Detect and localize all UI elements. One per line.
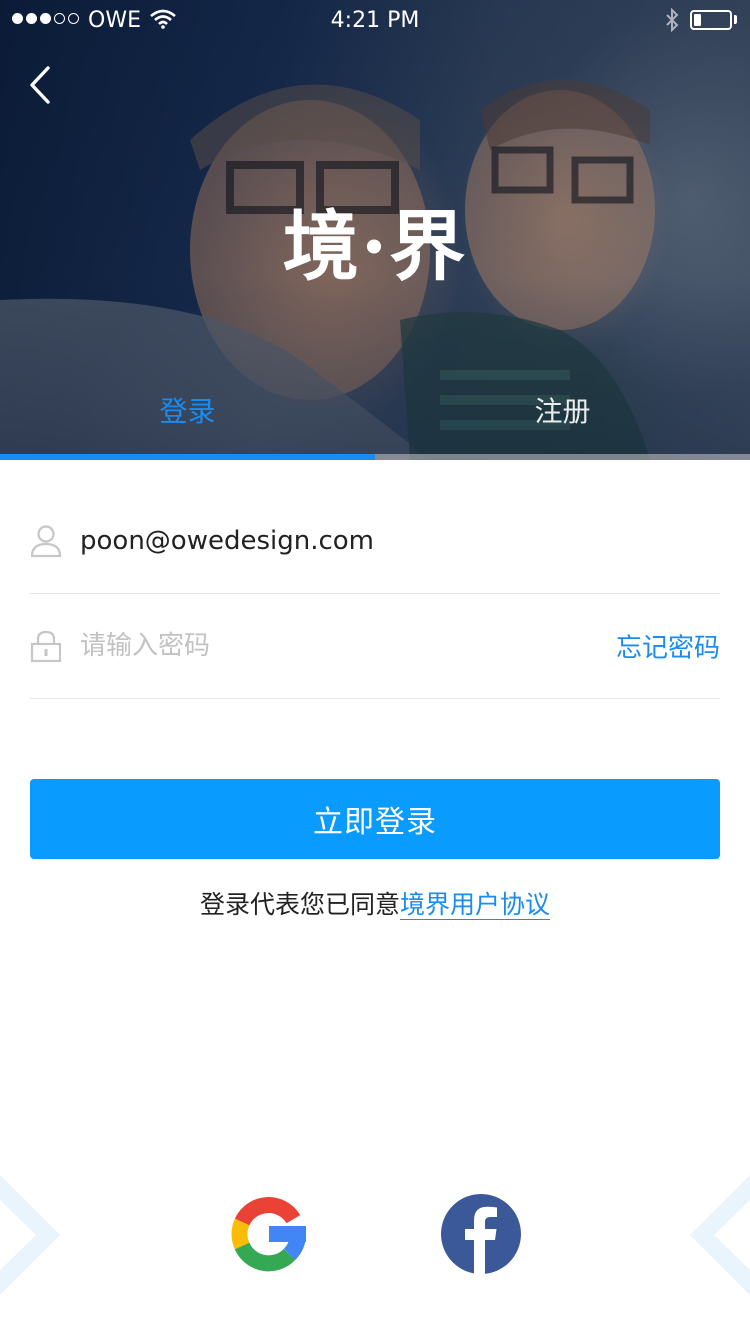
app-logo: 境·界 xyxy=(282,202,468,291)
forgot-password-link[interactable]: 忘记密码 xyxy=(616,627,720,664)
lock-icon xyxy=(30,630,62,662)
decorative-chevron-right xyxy=(690,1175,750,1295)
battery-level xyxy=(694,14,701,26)
email-field-row xyxy=(30,488,720,594)
battery-tip xyxy=(734,15,737,24)
clock: 4:21 PM xyxy=(330,8,420,33)
google-icon xyxy=(231,1197,306,1272)
back-button[interactable] xyxy=(24,60,64,110)
battery-icon xyxy=(690,10,732,30)
login-button[interactable]: 立即登录 xyxy=(30,779,720,859)
email-input[interactable] xyxy=(80,488,560,593)
decorative-chevron-left xyxy=(0,1175,60,1295)
facebook-icon xyxy=(441,1194,521,1274)
password-field-row: 忘记密码 xyxy=(30,593,720,699)
password-input[interactable] xyxy=(80,593,560,698)
tab-login[interactable]: 登录 xyxy=(0,390,375,430)
facebook-login-button[interactable] xyxy=(441,1194,521,1274)
bluetooth-icon xyxy=(666,8,679,32)
user-icon xyxy=(30,524,62,557)
tab-register[interactable]: 注册 xyxy=(375,390,750,430)
tab-active-indicator xyxy=(0,454,375,460)
agreement-text: 登录代表您已同意境界用户协议 xyxy=(0,885,750,921)
google-login-button[interactable] xyxy=(229,1194,309,1274)
agreement-prefix: 登录代表您已同意 xyxy=(199,890,400,919)
chevron-left-icon xyxy=(30,66,50,104)
user-agreement-link[interactable]: 境界用户协议 xyxy=(400,890,551,920)
status-bar: OWE 4:21 PM xyxy=(0,0,750,40)
